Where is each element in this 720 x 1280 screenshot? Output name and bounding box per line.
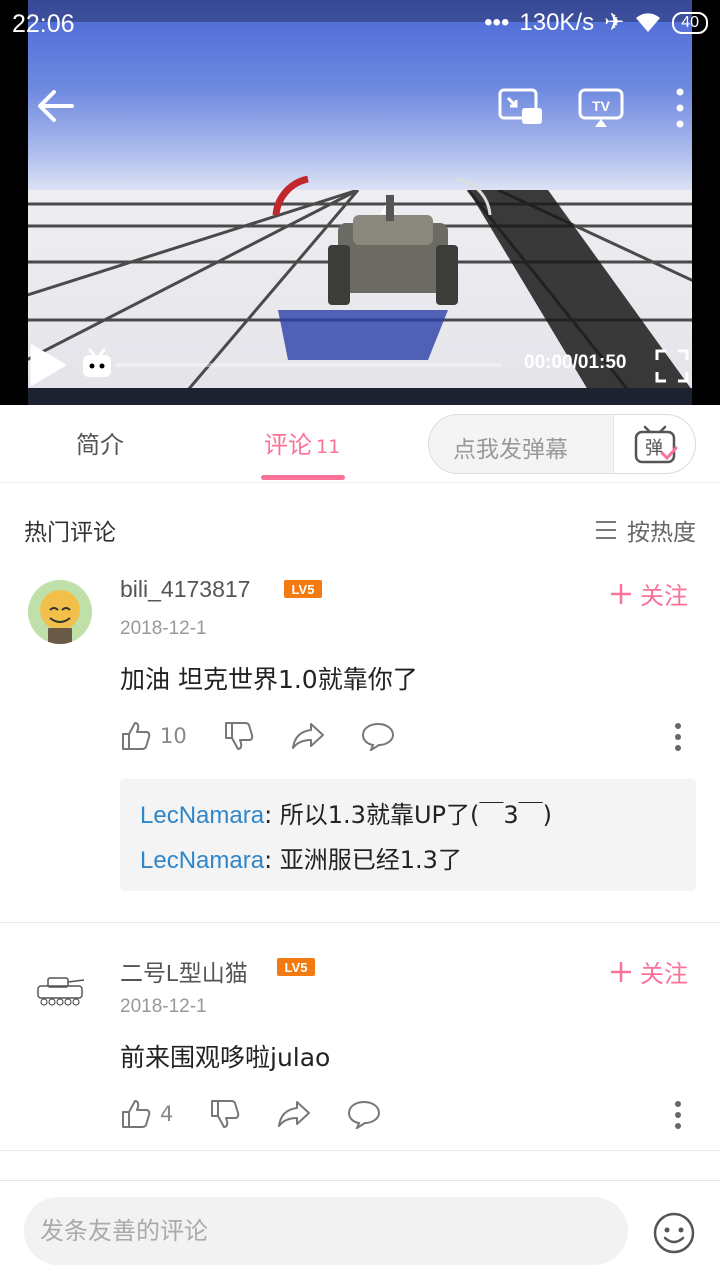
plus-icon bbox=[611, 583, 631, 604]
like-count: 10 bbox=[160, 724, 187, 748]
comment-item: bili_4173817 LV5 关注 2018-12-1 加油 坦克世界1.0… bbox=[0, 560, 720, 920]
sort-button[interactable]: 按热度 bbox=[595, 513, 696, 547]
share-icon bbox=[291, 723, 324, 749]
level-text: LV5 bbox=[285, 960, 308, 975]
plus-icon bbox=[611, 961, 631, 982]
follow-button[interactable]: 关注 bbox=[610, 954, 688, 989]
comment-divider bbox=[0, 1150, 720, 1151]
tv-icon[interactable]: TV bbox=[578, 86, 624, 128]
thumbs-up-icon bbox=[122, 1100, 151, 1128]
tab-comments-label: 评论 bbox=[264, 431, 312, 459]
sort-icon bbox=[596, 521, 616, 539]
comment-text: 前来围观哆啦julao bbox=[120, 1043, 331, 1072]
like-button[interactable]: 10 bbox=[120, 720, 187, 752]
reply-username[interactable]: LecNamara bbox=[140, 802, 264, 829]
thumbs-down-icon bbox=[224, 722, 253, 750]
svg-text:TV: TV bbox=[592, 98, 611, 114]
comment-actions: 4 bbox=[120, 1098, 417, 1130]
follow-label: 关注 bbox=[640, 960, 688, 988]
like-button[interactable]: 4 bbox=[120, 1098, 173, 1130]
tab-comments[interactable]: 评论 11 bbox=[264, 425, 340, 460]
username[interactable]: bili_4173817 bbox=[120, 576, 250, 603]
windows-taskbar bbox=[28, 388, 692, 405]
comment-input-bar bbox=[0, 1180, 720, 1280]
comment-divider bbox=[0, 922, 720, 923]
dots-icon: ••• bbox=[484, 8, 510, 36]
chat-bubble-icon bbox=[348, 1100, 381, 1129]
danmaku-icon: 弹 bbox=[634, 425, 678, 464]
share-button[interactable] bbox=[291, 721, 325, 751]
comment-input-wrapper[interactable] bbox=[24, 1197, 628, 1265]
wifi-icon bbox=[636, 12, 661, 32]
comment-date: 2018-12-1 bbox=[120, 996, 207, 1017]
danmaku-toggle-button[interactable]: 弹 bbox=[613, 415, 695, 473]
reply-item[interactable]: LecNamara: 所以1.3就靠UP了(￣3￣) bbox=[140, 793, 676, 838]
tank-model bbox=[272, 175, 492, 305]
like-count: 4 bbox=[160, 1102, 174, 1126]
level-badge: LV5 bbox=[284, 580, 322, 598]
video-frame bbox=[28, 0, 692, 405]
share-button[interactable] bbox=[277, 1099, 311, 1129]
time-display: 00:00/01:50 bbox=[524, 352, 627, 373]
dislike-button[interactable] bbox=[209, 1098, 241, 1130]
fullscreen-icon[interactable] bbox=[654, 348, 690, 384]
net-speed: 130K/s bbox=[519, 8, 595, 36]
tab-intro[interactable]: 简介 bbox=[76, 425, 124, 460]
status-right: ••• 130K/s ✈ 40 bbox=[484, 8, 708, 37]
sort-label: 按热度 bbox=[627, 520, 696, 546]
tab-underline bbox=[261, 475, 345, 480]
back-icon[interactable] bbox=[36, 86, 76, 126]
reply-list[interactable]: LecNamara: 所以1.3就靠UP了(￣3￣) LecNamara: 亚洲… bbox=[120, 779, 696, 891]
status-bar: 22:06 ••• 130K/s ✈ 40 bbox=[0, 0, 720, 52]
comment-item: 二号L型山猫 LV5 关注 2018-12-1 前来围观哆啦julao 4 bbox=[0, 938, 720, 1148]
avatar-image bbox=[28, 958, 92, 1022]
thumbs-down-icon bbox=[211, 1100, 240, 1128]
airplane-icon: ✈ bbox=[604, 9, 625, 36]
comments-header: 热门评论 按热度 bbox=[0, 505, 720, 553]
danmaku-button-char: 弹 bbox=[645, 438, 663, 459]
tab-comments-count: 11 bbox=[316, 436, 341, 458]
danmaku-input[interactable]: 点我发弹幕 弹 bbox=[428, 414, 696, 474]
reply-button[interactable] bbox=[347, 1099, 381, 1129]
comment-input[interactable] bbox=[40, 1211, 600, 1251]
reply-username[interactable]: LecNamara bbox=[140, 847, 264, 874]
comment-text: 加油 坦克世界1.0就靠你了 bbox=[120, 665, 418, 694]
emoji-icon[interactable] bbox=[652, 1211, 696, 1255]
cast-icon[interactable] bbox=[498, 88, 544, 126]
comment-date: 2018-12-1 bbox=[120, 618, 207, 639]
comment-more-icon[interactable] bbox=[674, 722, 682, 752]
dislike-button[interactable] bbox=[223, 720, 255, 752]
avatar[interactable] bbox=[28, 958, 92, 1022]
reply-text: : 所以1.3就靠UP了(￣3￣) bbox=[264, 801, 552, 829]
battery-indicator: 40 bbox=[672, 11, 708, 34]
thumbs-up-icon bbox=[122, 722, 151, 750]
play-icon[interactable] bbox=[28, 344, 68, 386]
share-icon bbox=[278, 1101, 311, 1127]
comments-title: 热门评论 bbox=[24, 520, 116, 546]
comment-more-icon[interactable] bbox=[674, 1100, 682, 1130]
level-text: LV5 bbox=[292, 582, 315, 597]
reply-text: : 亚洲服已经1.3了 bbox=[264, 846, 462, 874]
avatar-image bbox=[28, 580, 92, 644]
reply-button[interactable] bbox=[361, 721, 395, 751]
chat-bubble-icon bbox=[361, 722, 394, 751]
progress-bar[interactable] bbox=[116, 363, 502, 367]
more-icon[interactable] bbox=[670, 86, 690, 130]
comment-actions: 10 bbox=[120, 720, 431, 752]
bili-icon[interactable] bbox=[80, 346, 114, 380]
follow-button[interactable]: 关注 bbox=[610, 576, 688, 611]
video-player[interactable]: 22:06 ••• 130K/s ✈ 40 TV 00:00/01:50 bbox=[0, 0, 720, 405]
follow-label: 关注 bbox=[640, 582, 688, 610]
level-badge: LV5 bbox=[277, 958, 315, 976]
avatar[interactable] bbox=[28, 580, 92, 644]
danmaku-placeholder: 点我发弹幕 bbox=[453, 437, 568, 463]
tab-bar: 简介 评论 11 点我发弹幕 弹 bbox=[0, 405, 720, 483]
status-time: 22:06 bbox=[12, 10, 75, 38]
username[interactable]: 二号L型山猫 bbox=[120, 954, 248, 988]
reply-item[interactable]: LecNamara: 亚洲服已经1.3了 bbox=[140, 838, 676, 883]
